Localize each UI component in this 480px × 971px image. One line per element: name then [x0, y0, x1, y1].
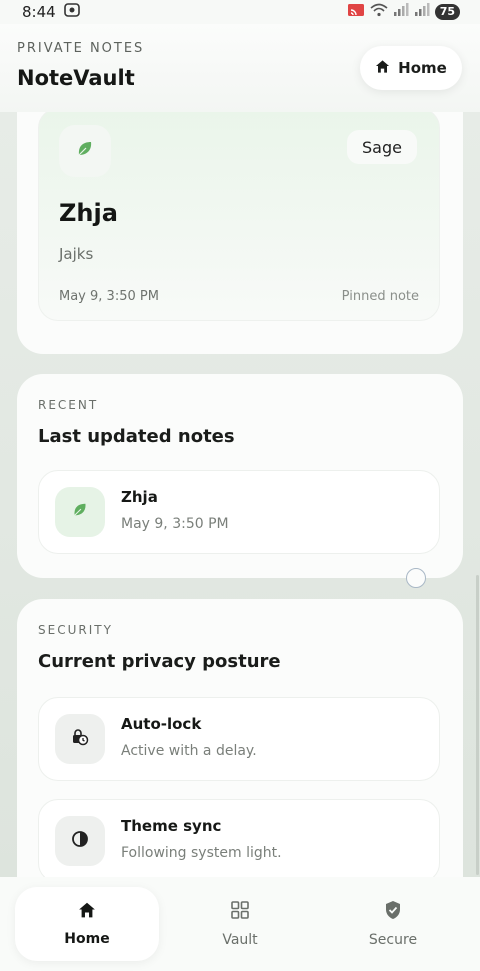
- home-button-label: Home: [398, 59, 447, 77]
- security-eyebrow: SECURITY: [38, 623, 113, 637]
- auto-lock-icon-box: [55, 714, 105, 764]
- theme-sync-subtitle: Following system light.: [121, 845, 282, 861]
- theme-sync-title: Theme sync: [121, 817, 222, 835]
- theme-tag: Sage: [347, 130, 417, 164]
- header-eyebrow: PRIVATE NOTES: [17, 41, 145, 56]
- nav-secure[interactable]: Secure: [321, 887, 465, 961]
- nav-home[interactable]: Home: [15, 887, 159, 961]
- screen-record-icon: [63, 3, 80, 21]
- recent-note-date: May 9, 3:50 PM: [121, 516, 229, 532]
- pinned-note-date: May 9, 3:50 PM: [59, 289, 159, 304]
- nav-secure-label: Secure: [368, 932, 418, 948]
- recent-note-item[interactable]: Zhja May 9, 3:50 PM: [38, 470, 440, 554]
- leaf-icon: [71, 501, 89, 523]
- pinned-note-title: Zhja: [59, 199, 118, 227]
- nav-vault[interactable]: Vault: [168, 887, 312, 961]
- shield-icon: [384, 900, 402, 924]
- auto-lock-item[interactable]: Auto-lock Active with a delay.: [38, 697, 440, 781]
- app-header: PRIVATE NOTES NoteVault Home: [0, 24, 480, 112]
- recent-note-title: Zhja: [121, 488, 158, 506]
- bottom-nav: Home Vault Secure: [0, 877, 480, 971]
- pinned-note-body: Jajks: [59, 245, 94, 263]
- security-heading: Current privacy posture: [38, 651, 281, 672]
- home-icon: [78, 901, 96, 923]
- auto-lock-title: Auto-lock: [121, 715, 202, 733]
- scrollbar[interactable]: [476, 575, 479, 875]
- note-icon-box: [59, 125, 111, 177]
- app-title: NoteVault: [17, 66, 135, 90]
- home-icon: [375, 59, 390, 78]
- security-section: SECURITY Current privacy posture Auto-lo…: [17, 599, 463, 877]
- recent-note-icon-box: [55, 487, 105, 537]
- main-scroll[interactable]: Sage Zhja Jajks May 9, 3:50 PM Pinned no…: [0, 112, 480, 877]
- recent-heading: Last updated notes: [38, 426, 235, 447]
- recent-section: RECENT Last updated notes Zhja May 9, 3:…: [17, 374, 463, 578]
- leaf-icon: [75, 139, 95, 163]
- theme-sync-item[interactable]: Theme sync Following system light.: [38, 799, 440, 877]
- status-bar: 8:44 75: [0, 0, 480, 24]
- lock-timer-icon: [70, 727, 90, 751]
- theme-sync-icon-box: [55, 816, 105, 866]
- cast-icon: [347, 3, 365, 21]
- contrast-icon: [71, 830, 89, 852]
- signal-icon: [393, 3, 409, 21]
- pinned-section: Sage Zhja Jajks May 9, 3:50 PM Pinned no…: [17, 112, 463, 354]
- nav-home-label: Home: [64, 931, 110, 947]
- scroll-indicator[interactable]: [406, 568, 426, 588]
- nav-vault-label: Vault: [222, 932, 258, 948]
- battery-level: 75: [434, 4, 460, 20]
- recent-eyebrow: RECENT: [38, 398, 99, 412]
- pinned-note-card[interactable]: Sage Zhja Jajks May 9, 3:50 PM Pinned no…: [38, 112, 440, 321]
- auto-lock-subtitle: Active with a delay.: [121, 743, 257, 759]
- home-button[interactable]: Home: [360, 46, 462, 90]
- grid-icon: [230, 900, 250, 924]
- status-time: 8:44: [22, 3, 56, 21]
- pinned-note-flag: Pinned note: [341, 289, 419, 304]
- wifi-icon: [370, 3, 388, 21]
- signal-icon-2: [414, 3, 430, 21]
